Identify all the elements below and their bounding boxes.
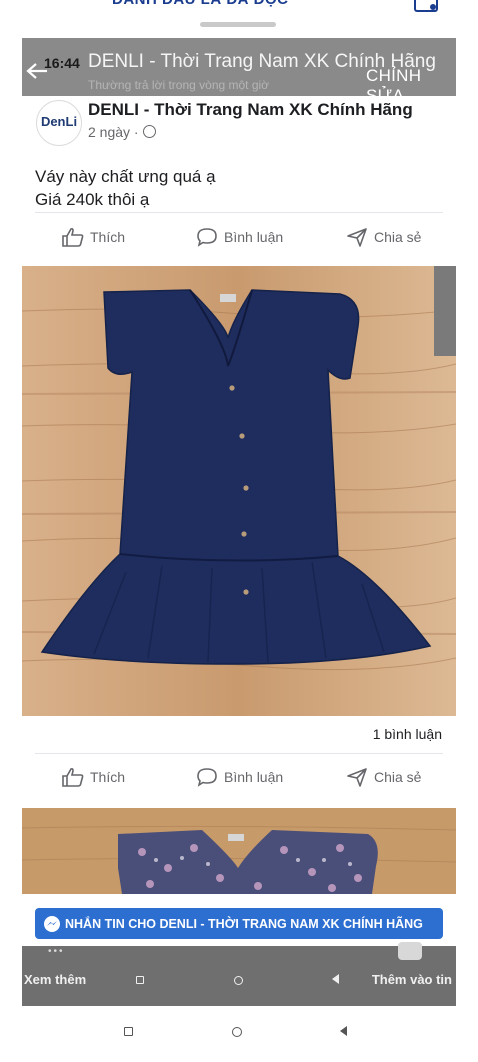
like-label: Thích — [90, 229, 126, 245]
share-button[interactable]: Chia sẻ — [346, 218, 421, 256]
messenger-icon — [44, 915, 60, 932]
share-icon — [347, 228, 367, 247]
share-icon — [347, 768, 367, 787]
like-button[interactable]: Thích — [62, 218, 125, 256]
post-text: Váy này chất ưng quá ạ Giá 240k thôi ạ — [35, 165, 216, 211]
post-actions: Thích Bình luận Chia sẻ — [22, 758, 456, 796]
globe-icon — [143, 125, 156, 138]
sheet-handle[interactable] — [200, 22, 276, 27]
recents-icon[interactable] — [124, 1027, 133, 1036]
message-page-button[interactable]: NHẮN TIN CHO DENLI - THỜI TRANG NAM XK C… — [35, 908, 443, 939]
mark-as-read-link[interactable]: ĐÁNH DẤU LÀ ĐÃ ĐỌC — [112, 0, 289, 8]
more-dots-icon: ••• — [48, 946, 65, 957]
divider — [35, 753, 443, 754]
comment-button[interactable]: Bình luận — [196, 758, 283, 796]
see-more-button[interactable]: Xem thêm — [24, 972, 86, 987]
post-photo[interactable] — [22, 266, 456, 716]
message-button-label: NHẮN TIN CHO DENLI - THỜI TRANG NAM XK C… — [65, 916, 423, 931]
compose-icon-dot — [430, 4, 436, 10]
back-icon[interactable] — [332, 974, 339, 984]
page-header-subtitle: Thường trả lời trong vòng một giờ — [88, 78, 270, 92]
page-avatar[interactable]: DenLi — [36, 100, 82, 146]
like-button[interactable]: Thích — [62, 758, 125, 796]
like-label: Thích — [90, 769, 126, 785]
like-icon — [62, 227, 84, 247]
divider — [35, 212, 443, 213]
share-button[interactable]: Chia sẻ — [346, 758, 421, 796]
home-icon[interactable] — [232, 1027, 242, 1037]
status-time: 16:44 — [44, 55, 80, 71]
post-text-line: Giá 240k thôi ạ — [35, 190, 150, 209]
add-to-story-button[interactable]: Thêm vào tin — [372, 972, 452, 987]
overlay-navigation-bar: ••• Xem thêm Thêm vào tin — [22, 942, 456, 1006]
like-icon — [62, 767, 84, 787]
home-icon[interactable] — [234, 976, 243, 985]
comment-icon — [197, 228, 217, 247]
post-actions: Thích Bình luận Chia sẻ — [22, 218, 456, 256]
back-icon[interactable] — [340, 1026, 347, 1036]
post-timestamp[interactable]: 2 ngày · — [88, 124, 139, 140]
comment-button[interactable]: Bình luận — [196, 218, 283, 256]
back-arrow-icon[interactable] — [26, 62, 48, 85]
page-preview-card: 16:44 DENLI - Thời Trang Nam XK Chính Hã… — [22, 38, 456, 1006]
floating-action-icon[interactable] — [398, 942, 422, 960]
post-page-name[interactable]: DENLI - Thời Trang Nam XK Chính Hãng — [88, 100, 413, 120]
system-navigation-bar — [0, 1006, 478, 1062]
avatar-logo-text: DenLi — [40, 114, 78, 129]
comments-count[interactable]: 1 bình luận — [373, 726, 442, 742]
post-text-line: Váy này chất ưng quá ạ — [35, 167, 216, 186]
comment-icon — [197, 768, 217, 787]
comment-label: Bình luận — [224, 769, 284, 785]
comment-label: Bình luận — [224, 229, 284, 245]
outer-header: ĐÁNH DẤU LÀ ĐÃ ĐỌC — [0, 0, 478, 40]
next-post-photo[interactable] — [22, 808, 456, 894]
share-label: Chia sẻ — [374, 229, 422, 245]
recents-icon[interactable] — [136, 976, 144, 984]
share-label: Chia sẻ — [374, 769, 422, 785]
